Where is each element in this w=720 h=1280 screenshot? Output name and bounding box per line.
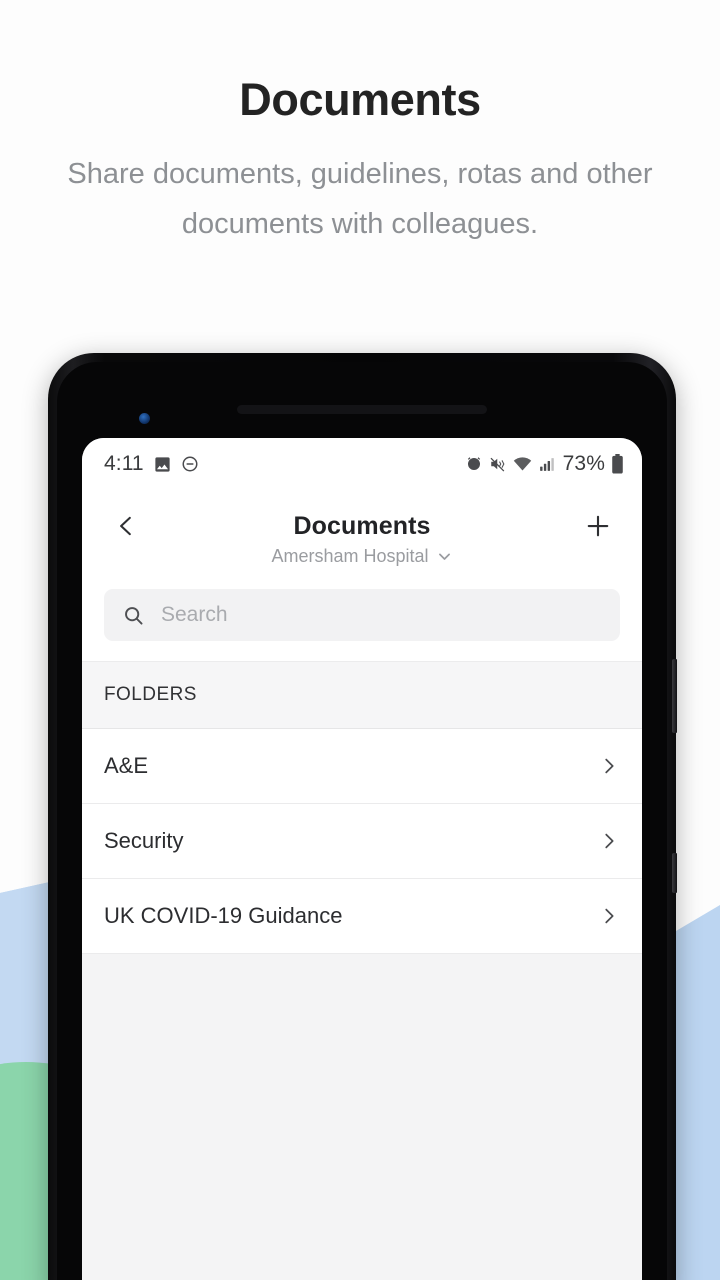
folders-section-header: FOLDERS: [82, 661, 642, 729]
battery-percent: 73%: [562, 452, 605, 475]
folders-list: A&E Security UK COVID-19 Guidance: [82, 729, 642, 954]
phone-screen: 4:11 73% Documents Amersham Hospital Sea…: [82, 438, 642, 1280]
list-item[interactable]: A&E: [82, 729, 642, 804]
cellular-signal-icon: [538, 456, 555, 473]
search-icon: [122, 604, 145, 627]
status-time: 4:11: [104, 452, 144, 475]
search-box[interactable]: [104, 589, 620, 641]
search-section: [82, 577, 642, 661]
list-item[interactable]: UK COVID-19 Guidance: [82, 879, 642, 954]
app-header: Documents Amersham Hospital: [82, 490, 642, 577]
status-bar-left: 4:11: [104, 452, 199, 476]
page-subtitle: Share documents, guidelines, rotas and o…: [67, 158, 653, 241]
status-bar-right: 73%: [465, 452, 624, 476]
organisation-selector[interactable]: Amersham Hospital: [104, 546, 620, 567]
plus-icon: [583, 511, 613, 541]
promo-copy: Documents Share documents, guidelines, r…: [0, 0, 720, 249]
volume-button[interactable]: [672, 659, 677, 733]
wifi-icon: [513, 455, 532, 474]
chevron-right-icon: [598, 755, 620, 777]
alarm-icon: [465, 455, 483, 473]
promo-screenshot-page: Documents Share documents, guidelines, r…: [0, 0, 720, 1280]
chevron-right-icon: [598, 905, 620, 927]
screen-title: Documents: [293, 511, 431, 540]
add-document-button[interactable]: [576, 504, 620, 548]
photo-icon: [153, 455, 172, 474]
battery-icon: [611, 454, 624, 474]
phone-device-mockup: 4:11 73% Documents Amersham Hospital Sea…: [48, 353, 677, 1280]
organisation-name: Amersham Hospital: [271, 546, 429, 566]
power-button[interactable]: [672, 853, 677, 893]
page-title: Documents: [239, 74, 481, 125]
do-not-disturb-icon: [181, 455, 199, 473]
search-input[interactable]: [161, 603, 602, 627]
chevron-down-icon: [436, 548, 453, 565]
front-camera-icon: [139, 413, 150, 424]
chevron-right-icon: [598, 830, 620, 852]
mute-vibrate-icon: [489, 455, 507, 473]
back-chevron-icon: [113, 513, 139, 539]
status-bar: 4:11 73%: [82, 438, 642, 490]
app-header-row: Documents: [104, 504, 620, 548]
folder-name: UK COVID-19 Guidance: [104, 903, 343, 928]
list-item[interactable]: Security: [82, 804, 642, 879]
folder-name: Security: [104, 828, 184, 853]
folders-section-label: FOLDERS: [104, 684, 197, 705]
earpiece-speaker: [237, 405, 487, 414]
back-button[interactable]: [104, 504, 148, 548]
empty-list-area: [82, 954, 642, 1114]
folder-name: A&E: [104, 753, 149, 778]
